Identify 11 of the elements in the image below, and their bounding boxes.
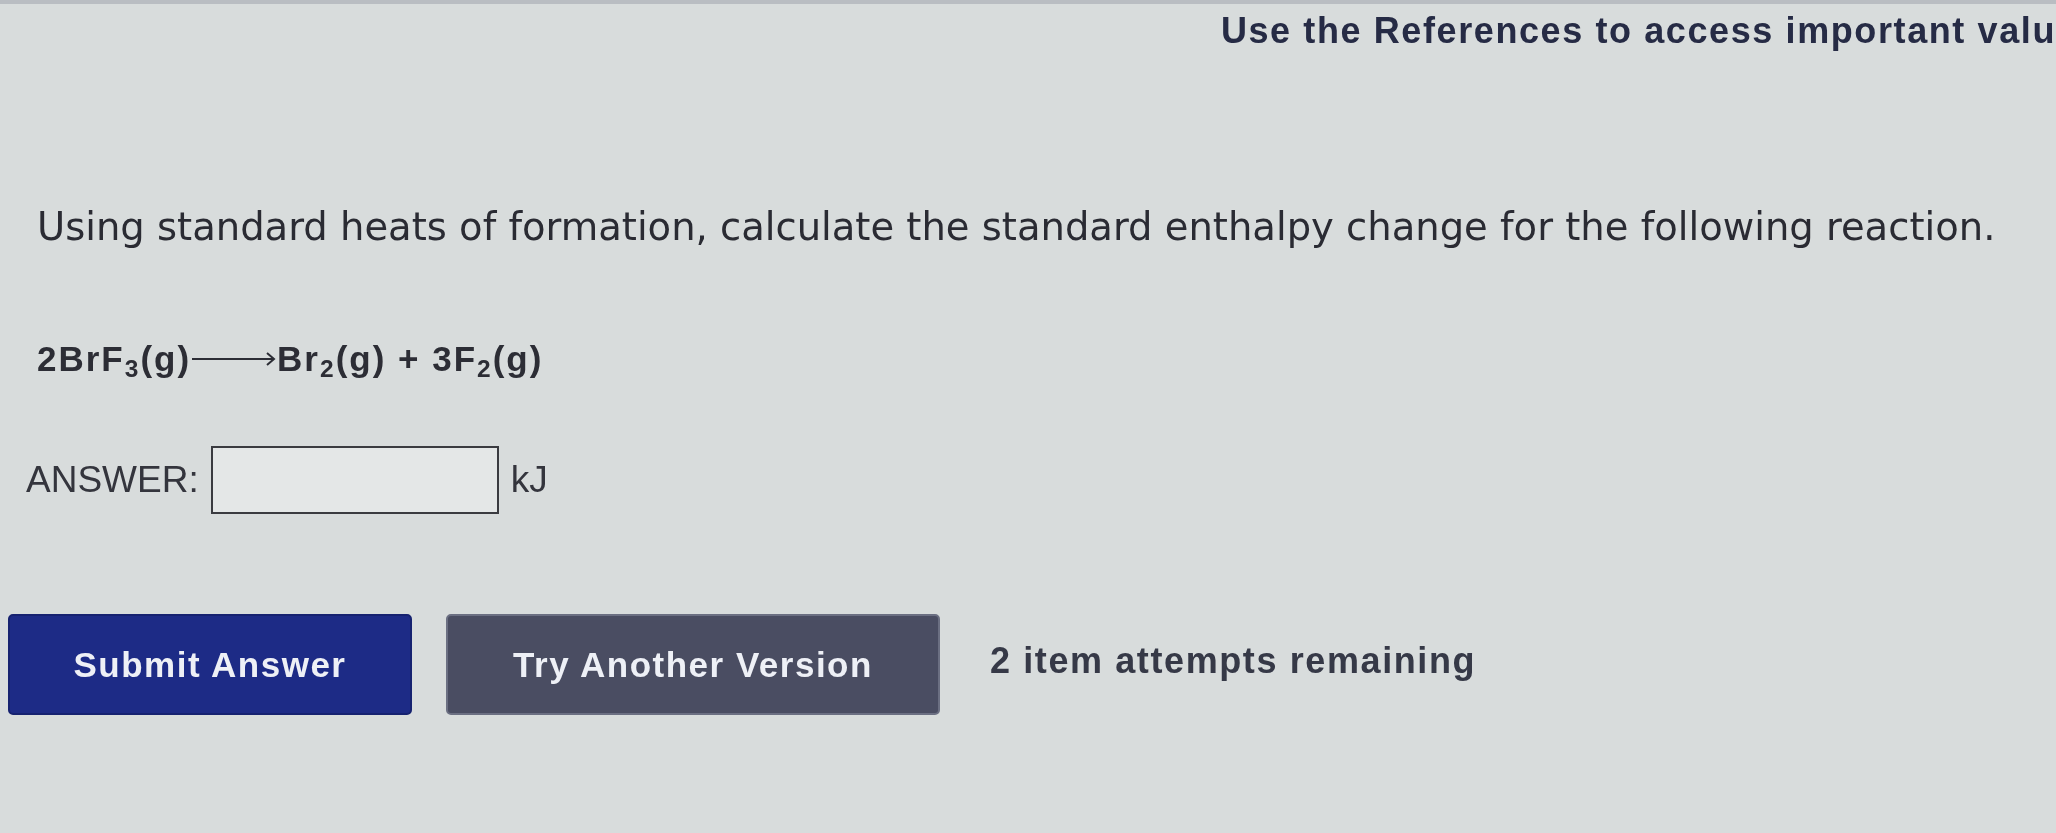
unit-label: kJ (510, 458, 548, 502)
answer-field[interactable] (210, 446, 499, 514)
attempts-remaining-text: 2 item attempts remaining (990, 639, 1477, 682)
question-prompt: Using standard heats of formation, calculate the standard enthalpy change for the following reaction. (37, 204, 1996, 250)
reaction-arrow-icon (192, 352, 277, 366)
submit-button[interactable]: Submit Answer (8, 614, 412, 715)
products-formula: Br$_{2}$(g) + 3F$_{2}$(g) (277, 338, 544, 380)
version-button[interactable]: Try Another Version (446, 614, 940, 715)
references-note: Use the References to access important valu (1220, 10, 2056, 53)
answer-label: ANSWER: (26, 458, 199, 502)
reactants-formula: 2BrF$_{3}$(g) (37, 338, 192, 380)
